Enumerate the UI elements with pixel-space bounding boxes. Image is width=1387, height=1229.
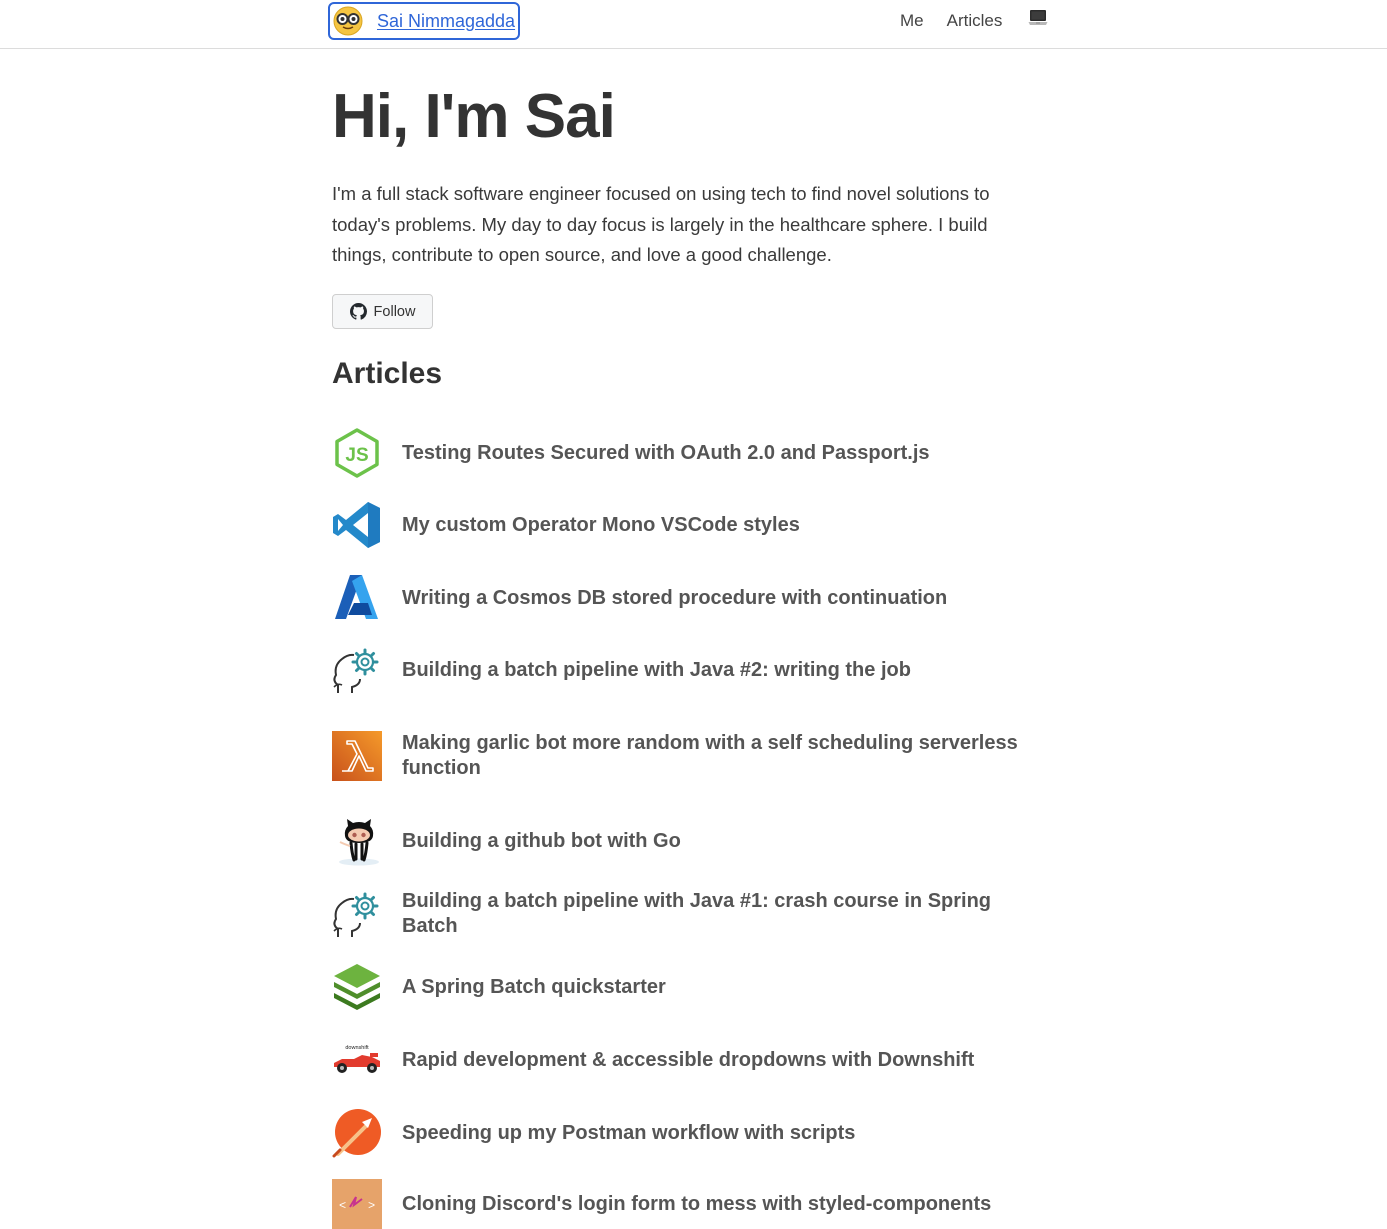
octocat-icon: [339, 819, 379, 866]
postman-icon: [332, 1109, 381, 1158]
follow-label: Follow: [373, 303, 416, 320]
article-link[interactable]: Writing a Cosmos DB stored procedure wit…: [402, 586, 947, 611]
article-item[interactable]: Building a batch pipeline with Java #2: …: [332, 645, 1052, 695]
article-item[interactable]: A Spring Batch quickstarter: [332, 962, 1052, 1012]
article-link[interactable]: Building a github bot with Go: [402, 829, 681, 854]
article-link[interactable]: My custom Operator Mono VSCode styles: [402, 513, 800, 538]
article-link[interactable]: Building a batch pipeline with Java #1: …: [402, 889, 1052, 939]
azure-icon: [335, 575, 378, 619]
laptop-icon[interactable]: [1028, 8, 1048, 28]
github-follow-button[interactable]: Follow: [332, 294, 433, 329]
vscode-icon: [333, 502, 380, 548]
svg-text:>: >: [368, 1199, 375, 1213]
glasses-emoji-avatar-icon: [333, 6, 363, 36]
article-item[interactable]: Making garlic bot more random with a sel…: [332, 731, 1052, 781]
head-gear-icon: [333, 892, 379, 937]
head-gear-icon: [333, 648, 379, 693]
article-item[interactable]: downshift Rapid development & accessible…: [332, 1035, 1052, 1085]
github-icon: [349, 303, 367, 320]
article-link[interactable]: Making garlic bot more random with a sel…: [402, 731, 1052, 781]
site-header: Sai Nimmagadda Me Articles: [0, 0, 1387, 49]
articles-heading: Articles: [332, 357, 443, 390]
article-link[interactable]: Testing Routes Secured with OAuth 2.0 an…: [402, 441, 930, 466]
article-item[interactable]: JS Testing Routes Secured with OAuth 2.0…: [332, 428, 1052, 478]
article-link[interactable]: Cloning Discord's login form to mess wit…: [402, 1192, 991, 1217]
article-link[interactable]: Rapid development & accessible dropdowns…: [402, 1048, 974, 1073]
aws-lambda-icon: [332, 731, 382, 781]
article-item[interactable]: Building a batch pipeline with Java #1: …: [332, 889, 1052, 939]
page-title: Hi, I'm Sai: [332, 82, 616, 151]
downshift-icon: downshift: [334, 1045, 380, 1073]
brand-name: Sai Nimmagadda: [377, 10, 516, 31]
nav-link-me[interactable]: Me: [900, 10, 924, 32]
article-item[interactable]: Writing a Cosmos DB stored procedure wit…: [332, 573, 1052, 623]
spring-batch-icon: [334, 964, 380, 1010]
styled-components-icon: < >: [332, 1179, 382, 1229]
downshift-logo-text: downshift: [345, 1045, 369, 1051]
brand-home-link[interactable]: Sai Nimmagadda: [328, 2, 521, 40]
article-item[interactable]: Building a github bot with Go: [332, 816, 1052, 866]
article-link[interactable]: Speeding up my Postman workflow with scr…: [402, 1121, 855, 1146]
svg-text:<: <: [339, 1199, 346, 1213]
article-link[interactable]: Building a batch pipeline with Java #2: …: [402, 658, 911, 683]
article-link[interactable]: A Spring Batch quickstarter: [402, 975, 666, 1000]
article-item[interactable]: My custom Operator Mono VSCode styles: [332, 500, 1052, 550]
article-item[interactable]: Speeding up my Postman workflow with scr…: [332, 1108, 1052, 1158]
main-nav: Me Articles: [900, 10, 1048, 32]
nav-link-articles[interactable]: Articles: [947, 10, 1003, 32]
svg-text:JS: JS: [345, 445, 368, 466]
nodejs-icon: JS: [335, 428, 379, 478]
article-item[interactable]: < > Cloning Discord's login form to mess…: [332, 1179, 1052, 1229]
intro-paragraph: I'm a full stack software engineer focus…: [332, 183, 990, 265]
